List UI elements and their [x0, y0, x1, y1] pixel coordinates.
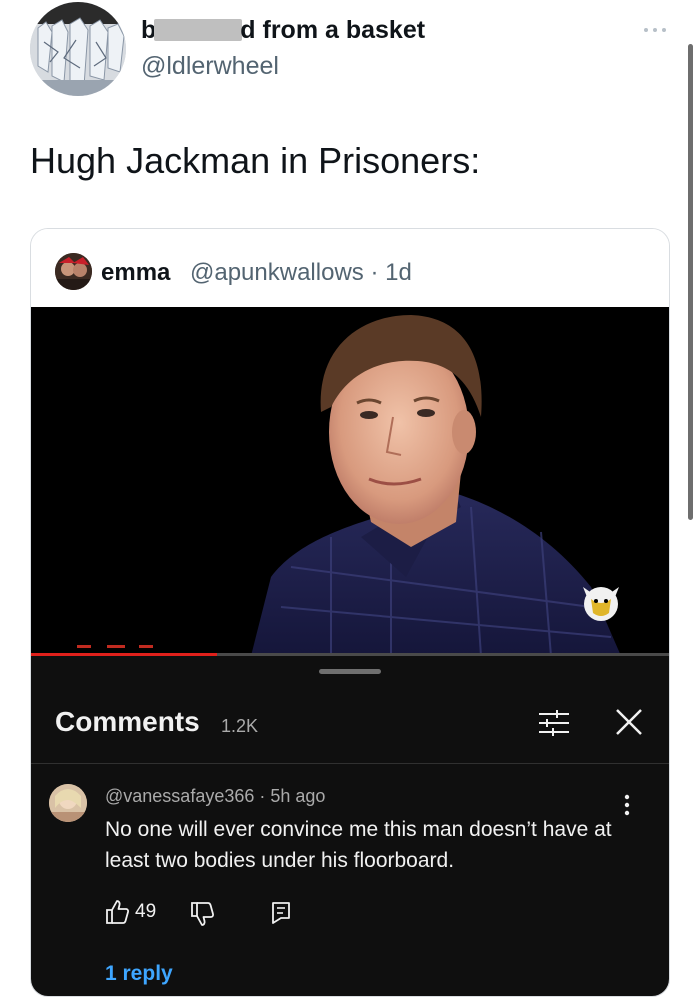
tweet-header: bd from a basket @ldlerwheel: [0, 0, 700, 110]
comments-title: Comments: [55, 706, 200, 737]
quote-avatar[interactable]: [55, 253, 92, 290]
display-name[interactable]: bd from a basket: [141, 16, 425, 45]
comments-panel: Comments 1.2K @vanessafaye366 · 5h ago N…: [31, 656, 669, 996]
drag-handle[interactable]: [319, 669, 381, 674]
like-count: 49: [135, 901, 157, 922]
commenter-avatar[interactable]: [49, 784, 87, 822]
display-name-end: d from a basket: [240, 16, 426, 44]
more-icon[interactable]: [640, 20, 670, 40]
avatar[interactable]: [30, 2, 126, 96]
tweet-text: Hugh Jackman in Prisoners:: [30, 140, 481, 181]
video-player[interactable]: [31, 307, 669, 656]
quote-header: emma @apunkwallows · 1d: [31, 229, 669, 307]
comment-text: No one will ever convince me this man do…: [105, 818, 612, 872]
close-icon[interactable]: [613, 706, 645, 738]
user-handle[interactable]: @ldlerwheel: [141, 52, 279, 81]
thumbs-up-icon[interactable]: [104, 899, 130, 925]
filter-icon[interactable]: [537, 708, 571, 738]
video-frame: [31, 307, 669, 656]
replies-link[interactable]: 1 reply: [105, 962, 173, 986]
quoted-tweet-card[interactable]: emma @apunkwallows · 1d Comments 1.2K @v…: [30, 228, 670, 997]
divider: [31, 763, 669, 764]
reply-icon[interactable]: [270, 901, 292, 925]
avatar-image: [30, 2, 126, 96]
quote-display-name[interactable]: emma: [101, 259, 170, 287]
quote-handle-time: @apunkwallows · 1d: [190, 259, 412, 286]
comment-meta: @vanessafaye366 · 5h ago: [105, 786, 326, 806]
comments-count: 1.2K: [221, 716, 259, 736]
redaction-blur: [154, 19, 243, 41]
thumbs-down-icon[interactable]: [189, 901, 215, 927]
quote-avatar-image: [55, 253, 92, 290]
scrollbar[interactable]: [688, 44, 693, 520]
commenter-avatar-image: [49, 784, 87, 822]
